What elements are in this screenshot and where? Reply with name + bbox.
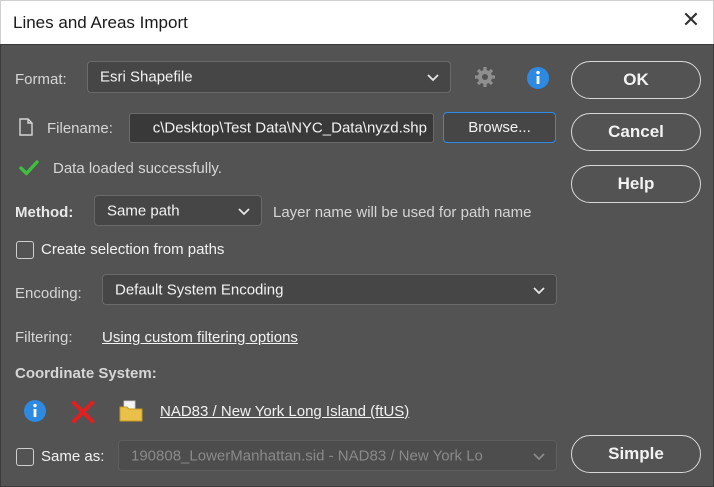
method-note: Layer name will be used for path name — [273, 204, 532, 221]
coordinate-system-link[interactable]: NAD83 / New York Long Island (ftUS) — [160, 403, 409, 420]
filename-value: c\Desktop\Test Data\NYC_Data\nyzd.shp — [152, 119, 427, 137]
chevron-down-icon — [238, 207, 250, 215]
info-icon[interactable] — [23, 399, 47, 423]
filtering-link[interactable]: Using custom filtering options — [102, 329, 298, 346]
ok-button[interactable]: OK — [571, 61, 701, 99]
same-as-value: 190808_LowerManhattan.sid - NAD83 / New … — [131, 447, 483, 464]
method-label: Method: — [15, 204, 74, 221]
same-as-checkbox[interactable] — [16, 448, 34, 466]
method-dropdown[interactable]: Same path — [94, 195, 262, 226]
window-title: Lines and Areas Import — [13, 13, 188, 32]
filename-label: Filename: — [47, 120, 113, 137]
delete-icon[interactable] — [71, 400, 95, 424]
browse-button[interactable]: Browse... — [443, 112, 556, 143]
format-label: Format: — [15, 71, 67, 88]
chevron-down-icon — [427, 74, 439, 82]
help-button[interactable]: Help — [571, 165, 701, 203]
coordinate-system-heading: Coordinate System: — [15, 365, 157, 382]
folder-icon[interactable] — [119, 400, 143, 422]
dialog-body: Format: Esri Shapefile Filename: c\Deskt… — [0, 44, 714, 487]
filename-field[interactable]: c\Desktop\Test Data\NYC_Data\nyzd.shp — [129, 113, 434, 143]
simple-button[interactable]: Simple — [571, 435, 701, 473]
same-as-dropdown: 190808_LowerManhattan.sid - NAD83 / New … — [118, 440, 557, 471]
checkmark-icon — [19, 160, 39, 176]
encoding-dropdown[interactable]: Default System Encoding — [102, 274, 557, 305]
title-bar: Lines and Areas Import ✕ — [0, 0, 714, 44]
chevron-down-icon — [533, 452, 545, 460]
chevron-down-icon — [533, 286, 545, 294]
method-value: Same path — [107, 202, 180, 219]
cancel-button[interactable]: Cancel — [571, 113, 701, 151]
same-as-label: Same as: — [41, 448, 105, 465]
file-icon — [19, 118, 33, 136]
encoding-value: Default System Encoding — [115, 281, 284, 298]
status-message: Data loaded successfully. — [53, 160, 222, 177]
encoding-label: Encoding: — [15, 285, 82, 302]
create-selection-label: Create selection from paths — [41, 241, 225, 258]
format-value: Esri Shapefile — [100, 68, 193, 86]
create-selection-checkbox[interactable] — [16, 241, 34, 259]
filtering-label: Filtering: — [15, 329, 73, 346]
gear-icon[interactable] — [473, 65, 497, 89]
info-icon[interactable] — [526, 66, 550, 90]
format-dropdown[interactable]: Esri Shapefile — [87, 61, 451, 93]
close-icon[interactable]: ✕ — [679, 9, 703, 33]
